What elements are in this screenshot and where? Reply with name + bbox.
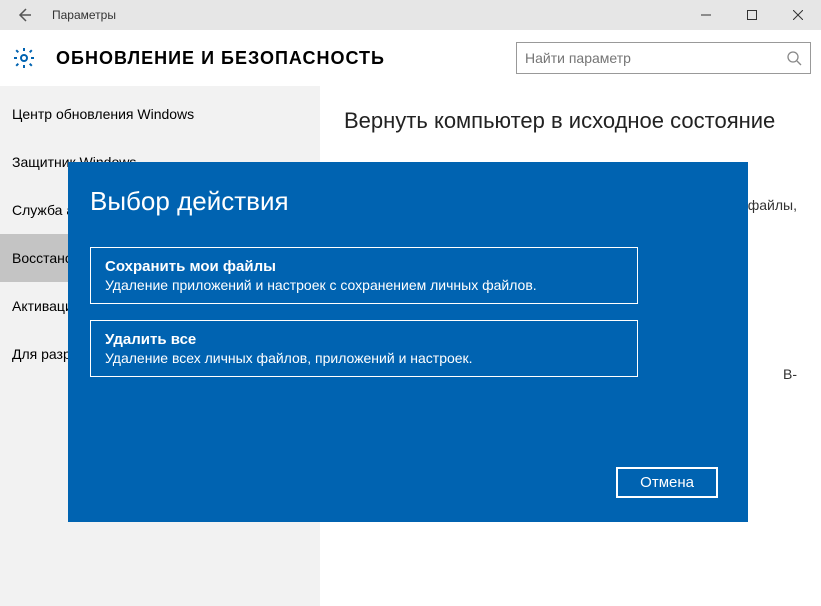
titlebar: Параметры: [0, 0, 821, 30]
search-icon: [786, 50, 802, 66]
settings-gear-icon: [10, 44, 38, 72]
maximize-button[interactable]: [729, 0, 775, 30]
option-title: Удалить все: [105, 331, 623, 348]
option-title: Сохранить мои файлы: [105, 258, 623, 275]
search-input[interactable]: [525, 50, 786, 66]
sidebar-item-label: Центр обновления Windows: [12, 106, 194, 122]
close-button[interactable]: [775, 0, 821, 30]
header: ОБНОВЛЕНИЕ И БЕЗОПАСНОСТЬ: [0, 30, 821, 86]
option-remove-everything[interactable]: Удалить все Удаление всех личных файлов,…: [90, 320, 638, 377]
option-description: Удаление всех личных файлов, приложений …: [105, 350, 623, 366]
arrow-left-icon: [16, 7, 32, 23]
dialog-title: Выбор действия: [90, 186, 726, 217]
reset-choice-dialog: Выбор действия Сохранить мои файлы Удале…: [68, 162, 748, 522]
content-heading: Вернуть компьютер в исходное состояние: [344, 106, 797, 136]
maximize-icon: [747, 10, 757, 20]
minimize-button[interactable]: [683, 0, 729, 30]
close-icon: [793, 10, 803, 20]
option-description: Удаление приложений и настроек с сохране…: [105, 277, 623, 293]
page-heading: ОБНОВЛЕНИЕ И БЕЗОПАСНОСТЬ: [56, 48, 385, 69]
option-keep-files[interactable]: Сохранить мои файлы Удаление приложений …: [90, 247, 638, 304]
sidebar-item-windows-update[interactable]: Центр обновления Windows: [0, 90, 320, 138]
back-button[interactable]: [8, 7, 40, 23]
search-box[interactable]: [516, 42, 811, 74]
cancel-button[interactable]: Отмена: [616, 467, 718, 498]
window-controls: [683, 0, 821, 30]
minimize-icon: [701, 10, 711, 20]
window-title: Параметры: [52, 8, 116, 22]
